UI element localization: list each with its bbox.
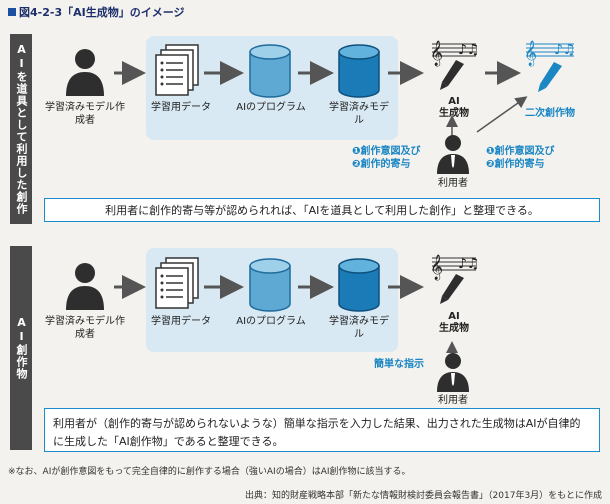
section2-data-label: 学習用データ <box>151 316 211 327</box>
section2-training-data-icon <box>155 257 199 309</box>
svg-text:𝄞: 𝄞 <box>430 254 443 280</box>
section2-output-label-2: 生成物 <box>439 323 469 334</box>
footnote: ※なお、AIが創作意図をもって完全自律的に創作する場合（強いAIの場合）はAI創… <box>8 467 411 477</box>
section2-model-label: 学習済みモデル <box>329 316 389 340</box>
section2-conclusion-text: 利用者が（創作的寄与が認められないような）簡単な指示を入力した結果、出力された生… <box>53 417 581 448</box>
section2-conclusion-box: 利用者が（創作的寄与が認められないような）簡単な指示を入力した結果、出力された生… <box>44 408 600 452</box>
section2-instruction-annotation: 簡単な指示 <box>374 359 424 370</box>
section2-ai-output-music-icon: 𝄞 ♪♫ <box>430 254 480 304</box>
section2-program-label: AIのプログラム <box>236 316 306 327</box>
section2-ai-program-cylinder-icon <box>249 258 291 312</box>
svg-text:♪♫: ♪♫ <box>458 256 480 272</box>
section2-trained-model-cylinder-icon <box>338 258 380 312</box>
section2-user-icon <box>437 353 469 392</box>
section2-user-label: 利用者 <box>438 395 468 406</box>
source-citation: 出典：知的財産戦略本部「新たな情報財検討委員会報告書」（2017年3月）をもとに… <box>245 491 602 501</box>
